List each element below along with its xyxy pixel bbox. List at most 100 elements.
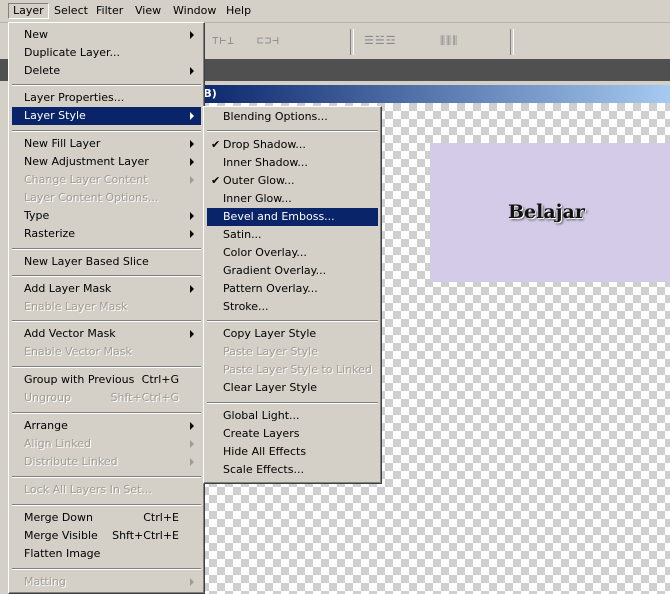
style-menu-item-color-overlay[interactable]: Color Overlay... [207, 244, 378, 262]
style-menu-item-drop-shadow[interactable]: ✔ Drop Shadow... [207, 136, 378, 154]
style-menu-item-create-layers[interactable]: Create Layers [207, 425, 378, 443]
menu-item-label: New Layer Based Slice [24, 255, 149, 268]
layer-menu-item-lock-all-layers-in-set: Lock All Layers In Set... [12, 481, 201, 499]
checkmark-icon: ✔ [211, 174, 221, 187]
menu-item-label: Merge Down [24, 511, 94, 524]
style-menu-item-paste-layer-style: Paste Layer Style [207, 343, 378, 361]
style-menu-item-global-light[interactable]: Global Light... [207, 407, 378, 425]
layer-menu: New Duplicate Layer... Delete Layer Propert… [8, 22, 205, 594]
layer-menu-item-type[interactable]: Type [12, 207, 201, 225]
menu-item-label: Create Layers [223, 427, 300, 440]
layer-menu-item-new-layer-based-slice[interactable]: New Layer Based Slice [12, 253, 201, 271]
submenu-arrow-icon [190, 440, 194, 448]
layer-menu-item-change-layer-content: Change Layer Content [12, 171, 201, 189]
checkmark-icon: ✔ [211, 138, 221, 151]
style-menu-item-inner-shadow[interactable]: Inner Shadow... [207, 154, 378, 172]
layer-shape: Belajar [430, 143, 670, 282]
layer-menu-item-distribute-linked: Distribute Linked [12, 453, 201, 471]
menu-help[interactable]: Help [222, 3, 255, 19]
layer-menu-item-layer-style[interactable]: Layer Style [12, 107, 201, 125]
distribute-horizontal-icon[interactable]: ⫼⫼⫼ [440, 34, 458, 47]
menu-item-label: New Adjustment Layer [24, 155, 149, 168]
submenu-arrow-icon [190, 285, 194, 293]
menu-separator [12, 320, 201, 322]
toolbar-divider [350, 29, 354, 55]
style-menu-item-bevel-and-emboss[interactable]: Bevel and Emboss... [207, 208, 378, 226]
layer-menu-item-matting: Matting [12, 573, 201, 591]
align-left-icon[interactable]: ⊏⊐⊣ [257, 34, 280, 47]
layer-menu-item-group-with-previous[interactable]: Group with Previous Ctrl+G [12, 371, 201, 389]
menu-view[interactable]: View [131, 3, 165, 19]
style-menu-item-stroke[interactable]: Stroke... [207, 298, 378, 316]
layer-style-submenu: Blending Options... ✔ Drop Shadow... Inner … [203, 106, 382, 484]
layer-menu-item-flatten-image[interactable]: Flatten Image [12, 545, 201, 563]
layer-menu-item-arrange[interactable]: Arrange [12, 417, 201, 435]
layer-menu-item-enable-layer-mask: Enable Layer Mask [12, 298, 201, 316]
layer-menu-item-merge-down[interactable]: Merge Down Ctrl+E [12, 509, 201, 527]
submenu-arrow-icon [190, 140, 194, 148]
menu-separator [12, 412, 201, 414]
style-menu-item-satin[interactable]: Satin... [207, 226, 378, 244]
menu-item-label: Group with Previous [24, 373, 135, 386]
shortcut-label: Ctrl+G [141, 373, 179, 386]
menu-separator [12, 504, 201, 506]
layer-menu-item-layer-properties[interactable]: Layer Properties... [12, 89, 201, 107]
menu-item-label: Rasterize [24, 227, 76, 240]
menu-filter[interactable]: Filter [92, 3, 127, 19]
layer-menu-item-new-adjustment-layer[interactable]: New Adjustment Layer [12, 153, 201, 171]
menu-item-label: Duplicate Layer... [24, 46, 121, 59]
menu-item-label: Delete [24, 64, 61, 77]
submenu-arrow-icon [190, 158, 194, 166]
menu-item-label: Change Layer Content [24, 173, 148, 186]
menu-select[interactable]: Select [50, 3, 92, 19]
toolbar-divider [510, 29, 514, 55]
align-top-icon[interactable]: ⊤⊢⊥ [212, 34, 235, 47]
distribute-vertical-icon[interactable]: ☰☱☲ [364, 34, 397, 47]
submenu-arrow-icon [190, 422, 194, 430]
menu-item-label: Arrange [24, 419, 68, 432]
menu-layer[interactable]: Layer [8, 3, 49, 19]
menu-item-label: Paste Layer Style [223, 345, 318, 358]
menu-item-label: Lock All Layers In Set... [24, 483, 152, 496]
layer-text: Belajar [508, 201, 585, 223]
menu-item-label: Scale Effects... [223, 463, 304, 476]
style-menu-item-gradient-overlay[interactable]: Gradient Overlay... [207, 262, 378, 280]
submenu-arrow-icon [190, 230, 194, 238]
shortcut-label: Shft+Ctrl+E [112, 529, 179, 542]
layer-menu-item-ungroup: Ungroup Shft+Ctrl+G [12, 389, 201, 407]
menu-item-label: Copy Layer Style [223, 327, 317, 340]
style-menu-item-copy-layer-style[interactable]: Copy Layer Style [207, 325, 378, 343]
menu-item-label: Satin... [223, 228, 262, 241]
menu-separator [207, 402, 378, 404]
menu-item-label: Layer Properties... [24, 91, 125, 104]
menu-item-label: Outer Glow... [223, 174, 295, 187]
style-menu-item-inner-glow[interactable]: Inner Glow... [207, 190, 378, 208]
style-menu-item-hide-all-effects[interactable]: Hide All Effects [207, 443, 378, 461]
layer-menu-item-duplicate-layer[interactable]: Duplicate Layer... [12, 44, 201, 62]
submenu-arrow-icon [190, 112, 194, 120]
style-menu-item-clear-layer-style[interactable]: Clear Layer Style [207, 379, 378, 397]
layer-menu-item-merge-visible[interactable]: Merge Visible Shft+Ctrl+E [12, 527, 201, 545]
layer-menu-item-add-vector-mask[interactable]: Add Vector Mask [12, 325, 201, 343]
layer-menu-item-add-layer-mask[interactable]: Add Layer Mask [12, 280, 201, 298]
menu-separator [12, 84, 201, 86]
menu-item-label: Enable Vector Mask [24, 345, 132, 358]
layer-menu-item-new[interactable]: New [12, 26, 201, 44]
menu-window[interactable]: Window [169, 3, 220, 19]
style-menu-item-outer-glow[interactable]: ✔ Outer Glow... [207, 172, 378, 190]
menu-item-label: Global Light... [223, 409, 300, 422]
menu-item-label: Color Overlay... [223, 246, 307, 259]
document-title-bar[interactable]: :B) [193, 85, 670, 103]
style-menu-item-pattern-overlay[interactable]: Pattern Overlay... [207, 280, 378, 298]
menu-item-label: Add Vector Mask [24, 327, 116, 340]
layer-menu-item-delete[interactable]: Delete [12, 62, 201, 80]
submenu-arrow-icon [190, 67, 194, 75]
style-menu-item-scale-effects[interactable]: Scale Effects... [207, 461, 378, 479]
menu-item-label: Merge Visible [24, 529, 98, 542]
layer-menu-item-rasterize[interactable]: Rasterize [12, 225, 201, 243]
layer-menu-item-new-fill-layer[interactable]: New Fill Layer [12, 135, 201, 153]
menu-item-label: Gradient Overlay... [223, 264, 327, 277]
layer-menu-item-layer-content-options: Layer Content Options... [12, 189, 201, 207]
menu-item-label: Layer Content Options... [24, 191, 159, 204]
style-menu-item-blending-options[interactable]: Blending Options... [207, 108, 378, 126]
